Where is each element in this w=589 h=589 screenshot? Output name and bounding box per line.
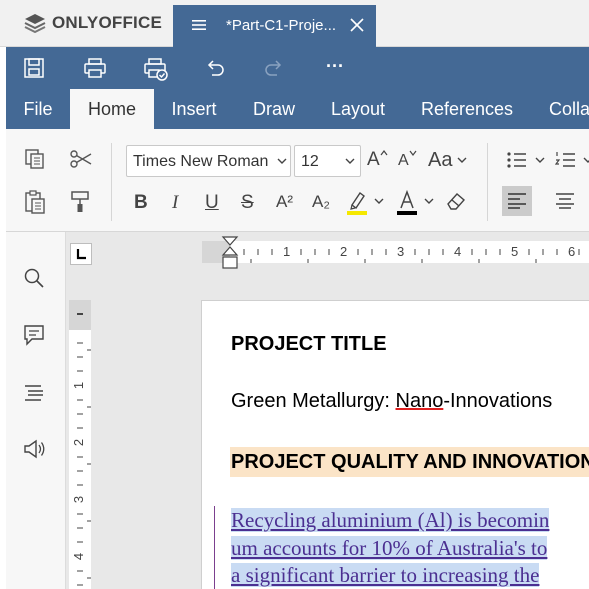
bullet-list-icon[interactable]: [506, 151, 528, 169]
quick-print-icon[interactable]: [143, 57, 169, 81]
tab-home[interactable]: Home: [70, 89, 154, 129]
undo-icon[interactable]: [204, 57, 226, 79]
ruler-number: 1: [71, 381, 87, 390]
tab-file[interactable]: File: [6, 89, 70, 129]
tab-insert[interactable]: Insert: [154, 89, 234, 129]
font-color-icon[interactable]: [396, 189, 418, 215]
caret-up-icon: [380, 150, 388, 156]
heading-quality-innovation[interactable]: PROJECT QUALITY AND INNOVATION: [230, 447, 589, 477]
save-icon[interactable]: [23, 57, 45, 79]
decrease-font-size-button[interactable]: A: [398, 152, 409, 170]
align-center-icon[interactable]: [555, 193, 575, 209]
toolbar-divider: [487, 143, 488, 221]
document-page[interactable]: PROJECT TITLE Green Metallurgy: Nano-Inn…: [201, 300, 589, 589]
subscript-button[interactable]: A₂: [312, 192, 330, 212]
quick-access-toolbar: ···: [6, 47, 589, 89]
chevron-down-icon[interactable]: [583, 157, 589, 165]
paste-icon[interactable]: [24, 190, 46, 214]
document-tab-title: *Part-C1-Proje...: [226, 17, 337, 34]
title-bar: ONLYOFFICE *Part-C1-Proje...: [0, 0, 589, 47]
format-painter-icon[interactable]: [69, 190, 91, 214]
strikethrough-button[interactable]: S: [241, 192, 254, 214]
title-suffix: -Innovations: [443, 390, 553, 412]
chevron-down-icon: [345, 158, 355, 164]
track-change-bar: [214, 506, 215, 589]
ruler-number: 6: [568, 244, 576, 259]
comments-icon[interactable]: [23, 324, 45, 346]
left-panel: [6, 232, 66, 589]
heading-project-title[interactable]: PROJECT TITLE: [231, 333, 387, 356]
home-toolbar: Times New Roman 12 A A Aa B I U S A² A₂: [6, 129, 589, 232]
copy-icon[interactable]: [24, 148, 46, 170]
misspelled-word[interactable]: Nano: [396, 390, 444, 412]
title-prefix: Green Metallurgy:: [231, 390, 396, 412]
ruler-number: 3: [71, 495, 87, 504]
align-left-icon: [508, 193, 526, 209]
ruler-number: 2: [71, 438, 87, 447]
tracked-paragraph[interactable]: Recycling aluminium (Al) is becomin um a…: [231, 507, 589, 589]
ruler-number: 5: [511, 244, 519, 259]
search-icon[interactable]: [23, 267, 45, 289]
indent-marker-icon[interactable]: [220, 236, 240, 270]
tab-draw[interactable]: Draw: [234, 89, 314, 129]
font-name-select[interactable]: Times New Roman: [126, 145, 291, 177]
ruler-number: 1: [283, 244, 291, 259]
ruler-number: 4: [454, 244, 462, 259]
increase-font-size-button[interactable]: A: [367, 149, 380, 171]
horizontal-ruler[interactable]: 1 2 3 4 5 6: [202, 241, 589, 263]
app-name: ONLYOFFICE: [52, 13, 162, 32]
tab-layout[interactable]: Layout: [314, 89, 402, 129]
italic-button[interactable]: I: [172, 192, 178, 214]
cut-icon[interactable]: [69, 148, 93, 170]
left-tab-stop-icon: [76, 249, 86, 260]
ruler-number: 3: [397, 244, 405, 259]
navigation-icon[interactable]: [23, 382, 45, 404]
app-logo: ONLYOFFICE: [24, 13, 162, 33]
tab-collaboration[interactable]: Colla: [549, 89, 589, 129]
tab-stop-selector[interactable]: [70, 243, 92, 265]
ribbon-tabs: File Home Insert Draw Layout References …: [6, 89, 589, 129]
superscript-button[interactable]: A²: [276, 192, 293, 212]
feedback-icon[interactable]: [23, 438, 47, 460]
tab-references[interactable]: References: [402, 89, 532, 129]
hamburger-menu-icon[interactable]: [191, 17, 207, 33]
document-tab[interactable]: *Part-C1-Proje...: [173, 5, 376, 47]
redo-icon[interactable]: [263, 57, 285, 79]
onlyoffice-logo-icon: [24, 14, 46, 33]
toolbar-divider: [111, 143, 112, 221]
font-size-value: 12: [301, 153, 319, 170]
paragraph-line: um accounts for 10% of Australia's to: [231, 535, 548, 560]
align-left-button[interactable]: [502, 186, 532, 216]
chevron-down-icon[interactable]: [374, 198, 384, 206]
clear-formatting-icon[interactable]: [445, 191, 467, 211]
ruler-number: 4: [71, 552, 87, 561]
chevron-down-icon: [277, 158, 287, 164]
underline-button[interactable]: U: [205, 192, 219, 214]
font-size-select[interactable]: 12: [294, 145, 361, 177]
paragraph-line: a significant barrier to increasing the: [231, 563, 540, 587]
ruler-number: 2: [340, 244, 348, 259]
chevron-down-icon[interactable]: [457, 157, 467, 165]
paragraph-line: Recycling aluminium (Al) is becomin: [231, 508, 550, 532]
project-title-text[interactable]: Green Metallurgy: Nano-Innovations: [231, 390, 552, 413]
highlight-color-icon[interactable]: [346, 189, 368, 215]
ruler-ticks: [243, 249, 580, 263]
chevron-down-icon[interactable]: [535, 157, 545, 165]
bold-button[interactable]: B: [134, 192, 148, 214]
more-icon[interactable]: ···: [326, 56, 344, 77]
chevron-down-icon[interactable]: [424, 198, 434, 206]
font-name-value: Times New Roman: [133, 153, 269, 170]
change-case-button[interactable]: Aa: [428, 149, 452, 172]
close-icon[interactable]: [349, 17, 365, 33]
print-icon[interactable]: [83, 57, 107, 79]
numbered-list-icon[interactable]: [555, 151, 577, 169]
caret-down-icon: [409, 150, 417, 156]
vertical-ruler[interactable]: 1 2 3 4: [69, 300, 91, 589]
